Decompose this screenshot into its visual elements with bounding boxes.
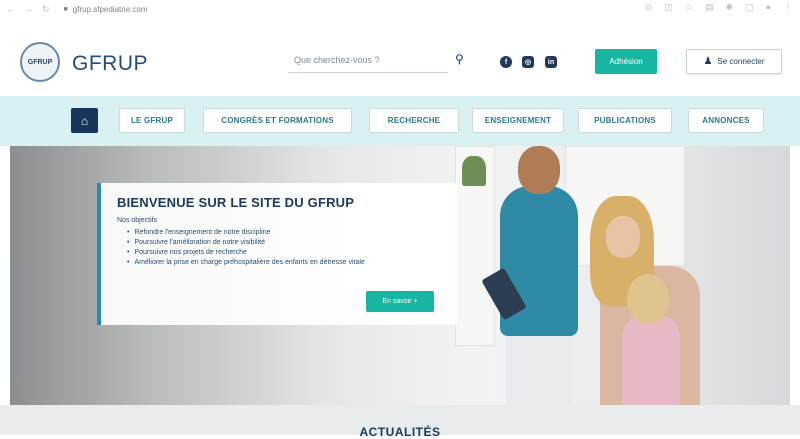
user-icon: ♟ (703, 56, 713, 67)
nav-item-annonces[interactable]: ANNONCES (688, 108, 764, 133)
back-icon[interactable]: ← (6, 4, 15, 15)
mother-face (606, 216, 640, 258)
child-figure (622, 316, 680, 405)
sidepanel-icon[interactable]: ▢ (745, 2, 754, 13)
plant (462, 156, 486, 186)
search-input[interactable]: Que cherchez-vous ? (288, 51, 448, 73)
child-hair (627, 274, 669, 324)
extension-icon[interactable]: ▤ (705, 2, 714, 13)
login-label: Se connecter (717, 57, 765, 66)
linkedin-icon[interactable]: in (545, 56, 557, 68)
list-item: Améliorer la prise en charge préhospital… (127, 258, 441, 268)
news-title: ACTUALITÉS (359, 425, 441, 439)
puzzle-icon[interactable]: ✱ (726, 2, 734, 13)
site-brand[interactable]: GFRUP (72, 52, 148, 76)
browser-toolbar: ◎ ◫ ☆ ▤ ✱ ▢ ● ⋮ (645, 2, 792, 13)
search-icon[interactable]: ⚲ (455, 52, 464, 66)
doctor-head (518, 146, 560, 194)
home-icon[interactable]: ⌂ (71, 108, 98, 133)
facebook-icon[interactable]: f (500, 56, 512, 68)
gfrup-logo[interactable]: GFRUP (20, 42, 60, 82)
nav-item-enseignement[interactable]: ENSEIGNEMENT (472, 108, 564, 133)
lens-icon[interactable]: ◎ (645, 2, 653, 13)
menu-icon[interactable]: ⋮ (783, 2, 792, 13)
login-button[interactable]: ♟ Se connecter (686, 49, 782, 74)
list-item: Poursuivre nos projets de recherche (127, 248, 441, 258)
welcome-card: BIENVENUE SUR LE SITE DU GFRUP Nos objec… (97, 183, 457, 325)
objectives-list: Refondre l'enseignement de notre discipl… (117, 228, 441, 268)
nav-item-recherche[interactable]: RECHERCHE (369, 108, 459, 133)
address-bar[interactable]: ■ gfrup.sfpediatrie.com (64, 5, 148, 14)
star-icon[interactable]: ☆ (685, 2, 693, 13)
objectives-intro: Nos objectifs (117, 217, 158, 224)
site-header: GFRUP GFRUP Que cherchez-vous ? ⚲ f ◎ in… (0, 18, 800, 96)
welcome-title: BIENVENUE SUR LE SITE DU GFRUP (117, 195, 355, 210)
logo-text: GFRUP (27, 58, 53, 66)
nav-item-congres[interactable]: CONGRÈS ET FORMATIONS (203, 108, 352, 133)
browser-chrome: ← → ↻ ■ gfrup.sfpediatrie.com ◎ ◫ ☆ ▤ ✱ … (0, 0, 800, 18)
forward-icon[interactable]: → (24, 4, 33, 15)
list-item: Poursuivre l'amélioration de notre visib… (127, 238, 441, 248)
translate-icon[interactable]: ◫ (664, 2, 673, 13)
doctor-legs (506, 331, 572, 405)
list-item: Refondre l'enseignement de notre discipl… (127, 228, 441, 238)
main-nav: ⌂ LE GFRUP CONGRÈS ET FORMATIONS RECHERC… (0, 96, 800, 146)
instagram-icon[interactable]: ◎ (522, 56, 534, 68)
browser-nav: ← → ↻ (0, 4, 50, 15)
site-info-icon[interactable]: ■ (64, 6, 68, 13)
news-section: ACTUALITÉS (0, 405, 800, 439)
profile-icon[interactable]: ● (766, 2, 771, 13)
learn-more-button[interactable]: En savoir + (366, 291, 434, 312)
url-text: gfrup.sfpediatrie.com (72, 4, 148, 14)
reload-icon[interactable]: ↻ (42, 4, 50, 15)
nav-item-publications[interactable]: PUBLICATIONS (578, 108, 672, 133)
join-button[interactable]: Adhésion (595, 49, 657, 74)
nav-item-le-gfrup[interactable]: LE GFRUP (119, 108, 185, 133)
